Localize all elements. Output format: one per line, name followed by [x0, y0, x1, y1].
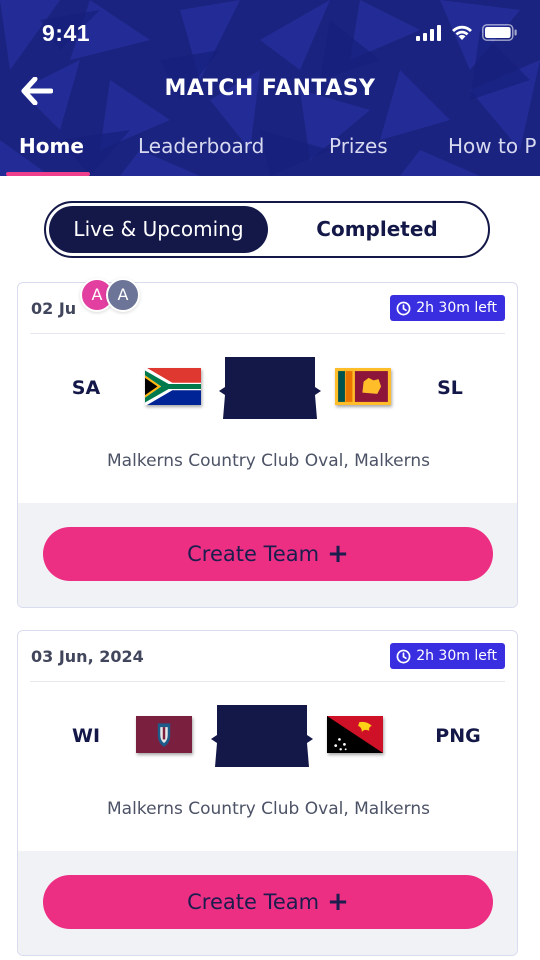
wifi-icon: [452, 25, 472, 40]
plus-icon: +: [327, 887, 349, 917]
match-venue: Malkerns Country Club Oval, Malkerns: [107, 451, 430, 471]
match-date: 02 Ju: [31, 299, 77, 318]
tab-how-to-play[interactable]: How to P: [448, 134, 537, 158]
plus-icon: +: [327, 539, 349, 569]
card-footer: Create Team +: [18, 851, 517, 955]
status-icons: [416, 24, 518, 41]
toggle-live-upcoming[interactable]: Live & Upcoming: [49, 206, 268, 253]
tab-prizes[interactable]: Prizes: [329, 134, 388, 158]
status-time: 9:41: [42, 20, 91, 46]
card-footer: Create Team +: [18, 503, 517, 607]
team2-code: PNG: [435, 725, 481, 747]
vs-text: VS: [250, 651, 274, 670]
team1-code: SA: [71, 377, 101, 399]
vs-badge: [211, 705, 313, 767]
vs-text: VS: [258, 303, 282, 322]
match-card[interactable]: 03 Jun, 2024 2h 30m left WI VS PNG Malke…: [17, 630, 518, 956]
team1-code: WI: [71, 725, 101, 747]
sri-lanka-flag-icon: [335, 368, 391, 405]
match-status-toggle: Live & Upcoming Completed: [44, 201, 490, 258]
signal-icon: [416, 24, 441, 41]
match-venue: Malkerns Country Club Oval, Malkerns: [107, 799, 430, 819]
tab-home[interactable]: Home: [19, 134, 84, 158]
time-left-badge: 2h 30m left: [390, 643, 505, 669]
clock-icon: [396, 301, 411, 315]
time-left-badge: 2h 30m left: [390, 295, 505, 321]
page-title: MATCH FANTASY: [164, 76, 376, 101]
clock-icon: [396, 649, 411, 663]
south-africa-flag-icon: [145, 368, 201, 405]
app-header: 9:41 MATCH FANTASY Home Leaderboard Priz…: [0, 0, 540, 176]
status-bar: 9:41: [0, 0, 540, 64]
west-indies-flag-icon: [136, 716, 192, 753]
vs-badge: [219, 357, 321, 419]
papua-new-guinea-flag-icon: [327, 716, 383, 753]
team2-code: SL: [437, 377, 463, 399]
avatar-stack[interactable]: A A: [80, 278, 144, 314]
avatar: A: [106, 278, 140, 312]
time-left-text: 2h 30m left: [416, 300, 497, 316]
match-card[interactable]: 02 Ju 2h 30m left SA VS SL Malkerns Coun…: [17, 282, 518, 608]
create-team-label: Create Team: [187, 542, 320, 566]
create-team-button[interactable]: Create Team +: [43, 875, 493, 929]
tab-bar: Home Leaderboard Prizes How to P: [0, 124, 540, 176]
tab-leaderboard[interactable]: Leaderboard: [138, 134, 264, 158]
card-divider: [30, 333, 505, 334]
create-team-label: Create Team: [187, 890, 320, 914]
toggle-completed[interactable]: Completed: [268, 206, 486, 253]
card-divider: [30, 681, 505, 682]
time-left-text: 2h 30m left: [416, 648, 497, 664]
match-date: 03 Jun, 2024: [31, 647, 144, 666]
create-team-button[interactable]: Create Team +: [43, 527, 493, 581]
battery-icon: [482, 24, 517, 41]
